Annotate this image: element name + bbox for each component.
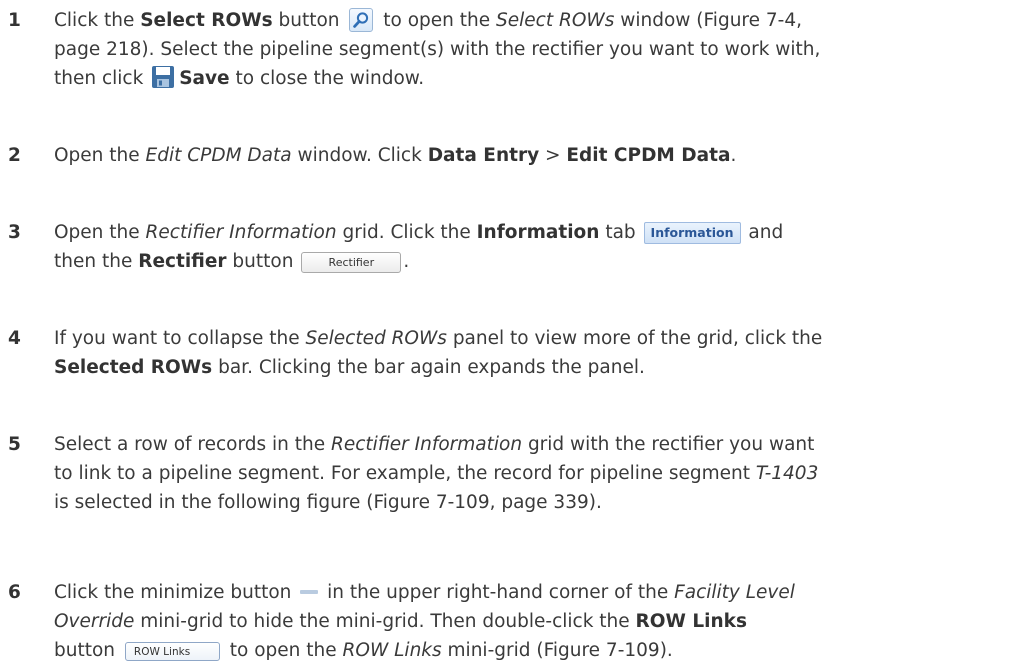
step-text: If you want to collapse the Selected ROW… — [54, 328, 823, 378]
search-icon[interactable] — [349, 8, 374, 32]
rectifier-button[interactable]: Rectifier — [301, 252, 402, 273]
step-text: Click the Select ROWs button to open the… — [54, 8, 821, 89]
step-text: Open the Rectifier Information grid. Cli… — [54, 222, 784, 273]
step-text: Click the minimize button in the upper r… — [54, 582, 795, 661]
save-label: Save — [179, 68, 230, 89]
step-number: 2 — [8, 145, 21, 166]
step-text: Open the Edit CPDM Data window. Click Da… — [54, 145, 737, 166]
step-text: Select a row of records in the Rectifier… — [54, 434, 819, 513]
step-number: 1 — [8, 10, 21, 31]
row-links-button[interactable]: ROW Links — [124, 642, 220, 661]
minimize-icon[interactable] — [300, 590, 319, 594]
save-icon[interactable] — [151, 65, 175, 89]
document-page: 1 Click the Select ROWs button to open t… — [0, 0, 1031, 672]
step-number: 5 — [8, 434, 21, 455]
select-rows-label: Select ROWs — [140, 10, 273, 31]
step-number: 3 — [8, 222, 21, 243]
information-tab-button[interactable]: Information — [643, 222, 741, 244]
step-number: 4 — [8, 328, 21, 349]
step-number: 6 — [8, 582, 21, 603]
